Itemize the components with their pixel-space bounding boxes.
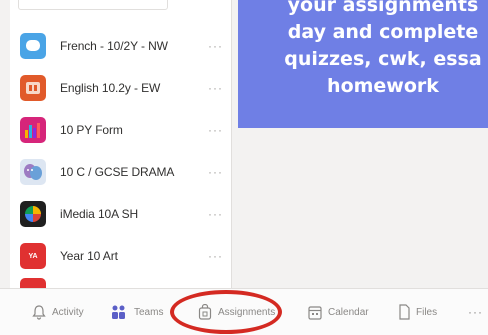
- team-item-label: English 10.2y - EW: [60, 81, 161, 95]
- callout-line-4: homework: [327, 75, 439, 97]
- color-wheel-icon: [25, 206, 41, 222]
- team-avatar: [20, 117, 46, 143]
- team-item-label: Year 10 Art: [60, 249, 118, 263]
- team-item-imedia[interactable]: iMedia 10A SH ···: [0, 194, 232, 234]
- team-initials: YA: [28, 252, 38, 260]
- team-item-label: 10 PY Form: [60, 123, 123, 137]
- team-avatar: YA: [20, 243, 46, 269]
- teams-icon: [112, 305, 125, 319]
- callout-line-1: your assignments: [287, 0, 479, 16]
- team-list: French - 10/2Y - NW ··· English 10.2y - …: [0, 0, 232, 288]
- theatre-masks-icon: [24, 164, 42, 180]
- nav-more-icon[interactable]: ···: [468, 301, 483, 323]
- team-avatar: [20, 75, 46, 101]
- instruction-callout: your assignments day and complete quizze…: [238, 0, 488, 128]
- nav-files[interactable]: Files: [398, 301, 437, 323]
- chat-bubble-icon: [26, 40, 40, 51]
- team-item-label: iMedia 10A SH: [60, 207, 139, 221]
- more-options-icon[interactable]: ···: [208, 81, 223, 95]
- teams-app-screen: French - 10/2Y - NW ··· English 10.2y - …: [0, 0, 488, 335]
- more-options-icon[interactable]: ···: [208, 39, 223, 53]
- team-item-year10-art[interactable]: YA Year 10 Art ···: [0, 236, 232, 276]
- team-avatar: [20, 201, 46, 227]
- more-options-icon[interactable]: ···: [208, 165, 223, 179]
- more-options-icon[interactable]: ···: [208, 123, 223, 137]
- nav-teams-label: Teams: [134, 306, 164, 318]
- nav-calendar-label: Calendar: [328, 306, 369, 318]
- file-icon: [399, 304, 410, 320]
- quote-card-icon: [26, 82, 40, 94]
- team-avatar: [20, 159, 46, 185]
- bell-icon: [32, 305, 46, 320]
- more-options-icon[interactable]: ···: [208, 249, 223, 263]
- team-avatar: [20, 33, 46, 59]
- more-options-icon[interactable]: ···: [208, 207, 223, 221]
- bar-chart-icon: [25, 123, 40, 138]
- calendar-icon: [308, 305, 322, 320]
- team-item-10py-form[interactable]: 10 PY Form ···: [0, 110, 232, 150]
- team-item-label: 10 C / GCSE DRAMA: [60, 165, 175, 179]
- nav-files-label: Files: [416, 306, 438, 318]
- nav-calendar[interactable]: Calendar: [308, 301, 369, 323]
- nav-teams[interactable]: Teams: [110, 301, 163, 323]
- team-item-gcse-drama[interactable]: 10 C / GCSE DRAMA ···: [0, 152, 232, 192]
- nav-activity[interactable]: Activity: [32, 301, 84, 323]
- team-item-english[interactable]: English 10.2y - EW ···: [0, 68, 232, 108]
- callout-line-3: quizzes, cwk, essa: [284, 48, 482, 70]
- assignments-highlight-ring: [170, 290, 282, 334]
- callout-line-2: day and complete: [287, 21, 479, 43]
- nav-activity-label: Activity: [52, 306, 84, 318]
- team-item-french[interactable]: French - 10/2Y - NW ···: [0, 26, 232, 66]
- team-list-truncated-item[interactable]: [18, 0, 168, 10]
- team-item-label: French - 10/2Y - NW: [60, 39, 168, 53]
- team-avatar-partial: [20, 278, 46, 288]
